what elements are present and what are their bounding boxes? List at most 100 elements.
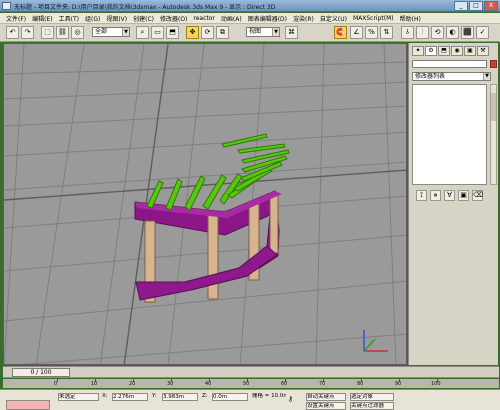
viewport-canvas[interactable] [4, 44, 407, 365]
selection-filter-dropdown[interactable]: 全部 ▼ [92, 27, 130, 37]
selected-objects-dropdown[interactable]: 选定对象 [350, 393, 394, 401]
spinner-snap-icon[interactable]: ⇅ [380, 26, 393, 39]
select-link-icon[interactable]: ⬚ [41, 26, 54, 39]
timeline-tick-label: 30 [167, 381, 174, 387]
modifier-stack[interactable] [412, 84, 487, 185]
utilities-tab-icon[interactable]: ⚒ [477, 46, 489, 56]
mirror-icon[interactable]: ⫰ [401, 26, 414, 39]
make-unique-icon[interactable]: ∀ [444, 190, 455, 201]
menu-file[interactable]: 文件(F) [6, 14, 26, 23]
redo-icon[interactable]: ↷ [21, 26, 34, 39]
reference-coordinate-dropdown[interactable]: 视图 ▼ [246, 27, 280, 37]
create-tab-icon[interactable]: ✦ [412, 46, 424, 56]
minimize-button[interactable]: _ [454, 1, 468, 11]
selection-status: 未选定 [58, 393, 99, 401]
x-label: X: [102, 393, 108, 399]
remove-modifier-icon[interactable]: ▣ [458, 190, 469, 201]
select-by-name-icon[interactable]: ▭ [151, 26, 164, 39]
timeline-tick-label: 40 [205, 381, 212, 387]
auto-key-button[interactable]: 自动关键点 [306, 393, 346, 401]
reference-coordinate-value: 视图 [249, 28, 262, 35]
render-scene-icon[interactable]: ⬛ [461, 26, 474, 39]
key-icon[interactable]: ⚷ [288, 396, 304, 404]
menu-maxscript[interactable]: MAXScript(M) [353, 15, 394, 22]
status-bar: 未选定 X: 2.276m Y: 3.983m Z: 0.0m 栅格 = 10.… [0, 389, 500, 410]
y-coordinate-field[interactable]: 3.983m [162, 393, 198, 401]
grid-size-display: 栅格 = 10.0m [252, 393, 286, 399]
modifier-list-label: 修改器列表 [415, 73, 446, 80]
rotate-icon[interactable]: ⟳ [201, 26, 214, 39]
menu-views[interactable]: 视图(V) [106, 14, 127, 23]
quick-render-icon[interactable]: ✓ [476, 26, 489, 39]
menu-modifiers[interactable]: 修改器(O) [160, 14, 187, 23]
angle-snap-icon[interactable]: ∠ [350, 26, 363, 39]
title-bar: 无标题 - 项目文件夹: D:\用户目录\我的文档\3dsmax - Autod… [0, 0, 500, 12]
perspective-viewport[interactable] [3, 43, 407, 365]
undo-icon[interactable]: ↶ [6, 26, 19, 39]
time-slider-bar: 0 / 100 [3, 366, 499, 378]
modifier-stack-scrollbar[interactable] [490, 84, 497, 185]
modifier-list-dropdown[interactable]: 修改器列表 ▼ [412, 72, 491, 81]
time-slider[interactable]: 0 / 100 [12, 368, 70, 377]
set-key-button[interactable]: 设置关键点 [306, 402, 346, 410]
percent-snap-icon[interactable]: % [365, 26, 378, 39]
select-object-icon[interactable]: ⌕ [136, 26, 149, 39]
scale-icon[interactable]: ⧉ [216, 26, 229, 39]
timeline-tick-label: 0 [54, 381, 58, 387]
z-label: Z: [202, 393, 208, 399]
material-editor-icon[interactable]: ◐ [446, 26, 459, 39]
menu-create[interactable]: 创建(C) [133, 14, 154, 23]
selection-filter-value: 全部 [95, 28, 108, 35]
bind-space-warp-icon[interactable]: ◎ [71, 26, 84, 39]
unlink-icon[interactable]: ⛓ [56, 26, 69, 39]
timeline-tick-label: 50 [243, 381, 250, 387]
timeline-tick-label: 70 [319, 381, 326, 387]
menu-help[interactable]: 帮助(H) [400, 14, 421, 23]
menu-rendering[interactable]: 渲染(R) [293, 14, 314, 23]
align-icon[interactable]: ⫶ [416, 26, 429, 39]
object-name-field[interactable] [412, 60, 487, 68]
curve-editor-icon[interactable]: ⟲ [431, 26, 444, 39]
pin-stack-icon[interactable]: ⟟ [416, 190, 427, 201]
x-coordinate-field[interactable]: 2.276m [112, 393, 148, 401]
y-label: Y: [152, 393, 157, 399]
close-button[interactable]: X [484, 1, 498, 11]
snap-icon[interactable]: 🧲 [334, 26, 347, 39]
selection-region-icon[interactable]: ⬒ [166, 26, 179, 39]
menu-tools[interactable]: 工具(T) [59, 14, 79, 23]
timeline-tick-label: 10 [91, 381, 98, 387]
main-toolbar: ↶ ↷ ⬚ ⛓ ◎ 全部 ▼ ⌕ ▭ ⬒ ✥ ⟳ ⧉ 视图 ▼ ⌘ 🧲 ∠ % … [0, 24, 500, 42]
move-icon[interactable]: ✥ [186, 26, 199, 39]
command-panel: ✦ ⚙ ⬒ ◉ ▣ ⚒ 修改器列表 ▼ ⟟ ⏸ ∀ ▣ ⌫ [408, 43, 498, 365]
menu-reactor[interactable]: reactor [193, 15, 215, 22]
maxscript-listener-mini[interactable] [6, 400, 50, 410]
chevron-down-icon: ▼ [122, 28, 129, 36]
app-icon [2, 2, 11, 10]
hierarchy-tab-icon[interactable]: ⬒ [438, 46, 450, 56]
configure-modifier-sets-icon[interactable]: ⌫ [472, 190, 483, 201]
timeline-tick-label: 100 [431, 381, 441, 387]
menu-animation[interactable]: 动画(A) [221, 14, 242, 23]
timeline-tick-label: 90 [395, 381, 402, 387]
timeline-track[interactable]: 0 10 20 30 40 50 60 70 80 90 100 [3, 379, 499, 388]
chevron-down-icon: ▼ [272, 28, 279, 36]
menu-bar: 文件(F) 编辑(E) 工具(T) 组(G) 视图(V) 创建(C) 修改器(O… [0, 13, 500, 24]
menu-graph-editors[interactable]: 图表编辑器(D) [248, 14, 287, 23]
menu-edit[interactable]: 编辑(E) [32, 14, 52, 23]
show-end-result-icon[interactable]: ⏸ [430, 190, 441, 201]
maximize-button[interactable]: □ [469, 1, 483, 11]
menu-customize[interactable]: 自定义(U) [320, 14, 347, 23]
z-coordinate-field[interactable]: 0.0m [212, 393, 248, 401]
timeline-tick-label: 60 [281, 381, 288, 387]
timeline-tick-label: 80 [357, 381, 364, 387]
motion-tab-icon[interactable]: ◉ [451, 46, 463, 56]
timeline-tick-label: 20 [129, 381, 136, 387]
display-tab-icon[interactable]: ▣ [464, 46, 476, 56]
modify-tab-icon[interactable]: ⚙ [425, 46, 437, 56]
pivot-center-icon[interactable]: ⌘ [285, 26, 298, 39]
key-filters-button[interactable]: 关键点过滤器 [350, 402, 394, 410]
window-title: 无标题 - 项目文件夹: D:\用户目录\我的文档\3dsmax - Autod… [14, 4, 276, 11]
menu-group[interactable]: 组(G) [85, 14, 100, 23]
object-color-swatch[interactable] [490, 60, 497, 68]
chevron-down-icon: ▼ [483, 73, 490, 80]
